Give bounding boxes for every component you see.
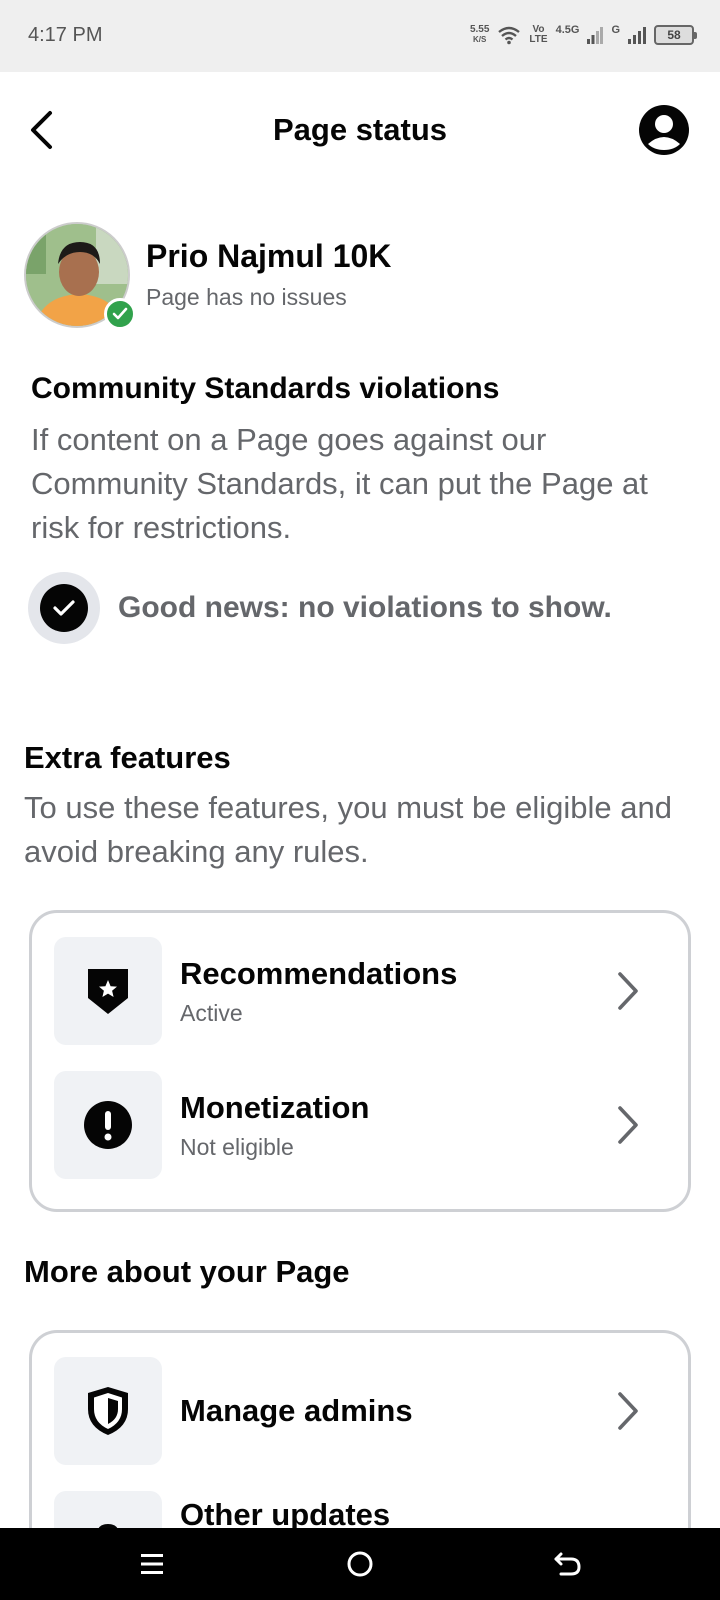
extra-features-title: Extra features xyxy=(24,740,231,775)
home-circle-icon xyxy=(347,1551,373,1577)
shield-icon xyxy=(88,1387,128,1435)
exclamation-circle-icon xyxy=(84,1101,132,1149)
signal-icon-2 xyxy=(628,27,646,44)
community-standards-description: If content on a Page goes against our Co… xyxy=(31,422,648,545)
page-title: Page status xyxy=(272,112,447,147)
manage-admins-row[interactable]: Manage admins xyxy=(54,1357,666,1465)
manage-admins-icon-box xyxy=(54,1357,162,1465)
wifi-icon xyxy=(498,26,521,45)
header: Page status xyxy=(0,72,720,190)
network-type-2: G xyxy=(611,24,620,36)
verified-check-icon xyxy=(104,298,136,330)
menu-lines-icon xyxy=(141,1554,163,1574)
recommendations-status: Active xyxy=(180,999,243,1026)
monetization-title: Monetization xyxy=(180,1089,370,1125)
back-nav-button[interactable] xyxy=(548,1546,588,1582)
signal-icon xyxy=(587,27,604,44)
no-violations-text: Good news: no violations to show. xyxy=(118,591,612,624)
network-type-1: 4.5G xyxy=(555,24,580,36)
page-status-text: Page has no issues xyxy=(146,284,347,310)
extra-features-card: Recommendations Active Monetization Not … xyxy=(29,910,691,1212)
shield-star-icon xyxy=(88,969,128,1014)
chevron-right-icon xyxy=(608,966,648,1016)
manage-admins-title: Manage admins xyxy=(180,1393,413,1428)
chevron-right-icon xyxy=(608,1100,648,1150)
check-circle-icon xyxy=(28,572,100,644)
network-speed: 5.55 K/S xyxy=(469,24,490,45)
back-arrow-icon xyxy=(554,1552,581,1576)
monetization-icon-box xyxy=(54,1071,162,1179)
page-avatar[interactable] xyxy=(24,222,136,330)
page-name: Prio Najmul 10K xyxy=(146,238,392,274)
recommendations-icon-box xyxy=(54,937,162,1045)
profile-button[interactable] xyxy=(638,104,690,156)
battery-indicator: 58 xyxy=(654,25,697,45)
monetization-row[interactable]: Monetization Not eligible xyxy=(54,1071,666,1179)
system-nav-bar xyxy=(0,1528,720,1600)
chevron-right-icon xyxy=(608,1386,648,1436)
monetization-status: Not eligible xyxy=(180,1133,294,1160)
recommendations-row[interactable]: Recommendations Active xyxy=(54,937,666,1045)
recent-apps-button[interactable] xyxy=(132,1546,172,1582)
recommendations-title: Recommendations xyxy=(180,955,458,991)
community-standards-title: Community Standards violations xyxy=(31,372,500,405)
volte-indicator: Vo LTE xyxy=(529,24,548,45)
status-time: 4:17 PM xyxy=(28,24,103,46)
status-icons: 5.55 K/S Vo LTE 4.5G G 58 xyxy=(469,18,697,52)
user-circle-icon xyxy=(639,105,689,155)
status-bar: 4:17 PM 5.55 K/S Vo LTE 4.5G G 58 xyxy=(0,0,720,72)
home-button[interactable] xyxy=(340,1546,380,1582)
no-violations-row: Good news: no violations to show. xyxy=(28,572,612,644)
more-about-title: More about your Page xyxy=(24,1254,350,1289)
extra-features-description: To use these features, you must be eligi… xyxy=(24,790,672,869)
